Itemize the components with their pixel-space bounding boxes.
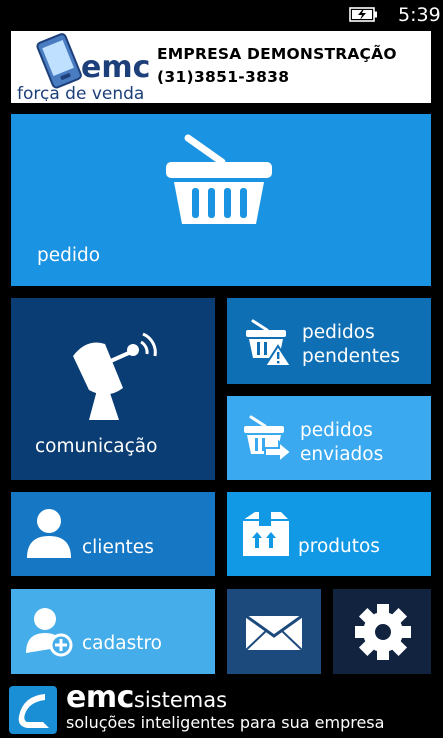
- basket-warning-icon: [246, 319, 293, 367]
- tile-label: comunicação: [35, 436, 158, 457]
- tile-comunicacao[interactable]: comunicação: [11, 298, 215, 480]
- footer-tagline: soluções inteligentes para sua empresa: [66, 713, 385, 732]
- forca-de-venda-logo: emc força de venda: [17, 33, 150, 101]
- tile-label: pedido: [37, 245, 101, 266]
- status-bar: 5:39: [0, 0, 443, 30]
- tile-pedidos-pendentes[interactable]: pedidos pendentes: [227, 298, 431, 384]
- satellite-dish-icon: [73, 332, 157, 420]
- tile-label: cadastro: [82, 633, 162, 654]
- user-icon: [27, 509, 71, 558]
- gear-icon: [355, 604, 411, 660]
- brand-light: sistemas: [133, 688, 228, 712]
- tile-cadastro[interactable]: cadastro: [11, 589, 215, 674]
- box-icon: [243, 512, 289, 556]
- brand-bold: emc: [66, 680, 134, 715]
- tile-label-line2: enviados: [300, 444, 384, 465]
- emc-logo-icon: [9, 686, 57, 734]
- company-header: emc força de venda EMPRESA DEMONSTRAÇÃO …: [11, 31, 431, 103]
- envelope-icon: [245, 614, 303, 651]
- tile-mensagens[interactable]: [227, 589, 321, 674]
- battery-charging-icon: [349, 7, 377, 22]
- tile-label-line1: pedidos: [300, 420, 373, 441]
- tile-clientes[interactable]: clientes: [11, 492, 215, 576]
- basket-send-icon: [244, 415, 293, 464]
- company-phone: (31)3851-3838: [157, 68, 290, 86]
- tile-label-line1: pedidos: [302, 322, 375, 343]
- add-user-icon: [26, 608, 73, 657]
- footer-brand-name: emcsistemas: [66, 680, 227, 715]
- tile-produtos[interactable]: produtos: [227, 492, 431, 576]
- svg-text:emc: emc: [81, 50, 150, 85]
- tile-label: produtos: [298, 536, 380, 557]
- company-name: EMPRESA DEMONSTRAÇÃO: [157, 45, 397, 63]
- tile-label: clientes: [82, 537, 154, 558]
- tile-label-line2: pendentes: [302, 346, 400, 367]
- footer-brand: emcsistemas soluções inteligentes para s…: [0, 680, 443, 738]
- tile-pedidos-enviados[interactable]: pedidos enviados: [227, 396, 431, 480]
- tile-pedido[interactable]: pedido: [11, 114, 431, 286]
- shopping-basket-icon: [166, 134, 272, 224]
- tile-configuracoes[interactable]: [333, 589, 431, 674]
- clock: 5:39: [398, 4, 441, 26]
- svg-text:força de venda: força de venda: [17, 84, 144, 101]
